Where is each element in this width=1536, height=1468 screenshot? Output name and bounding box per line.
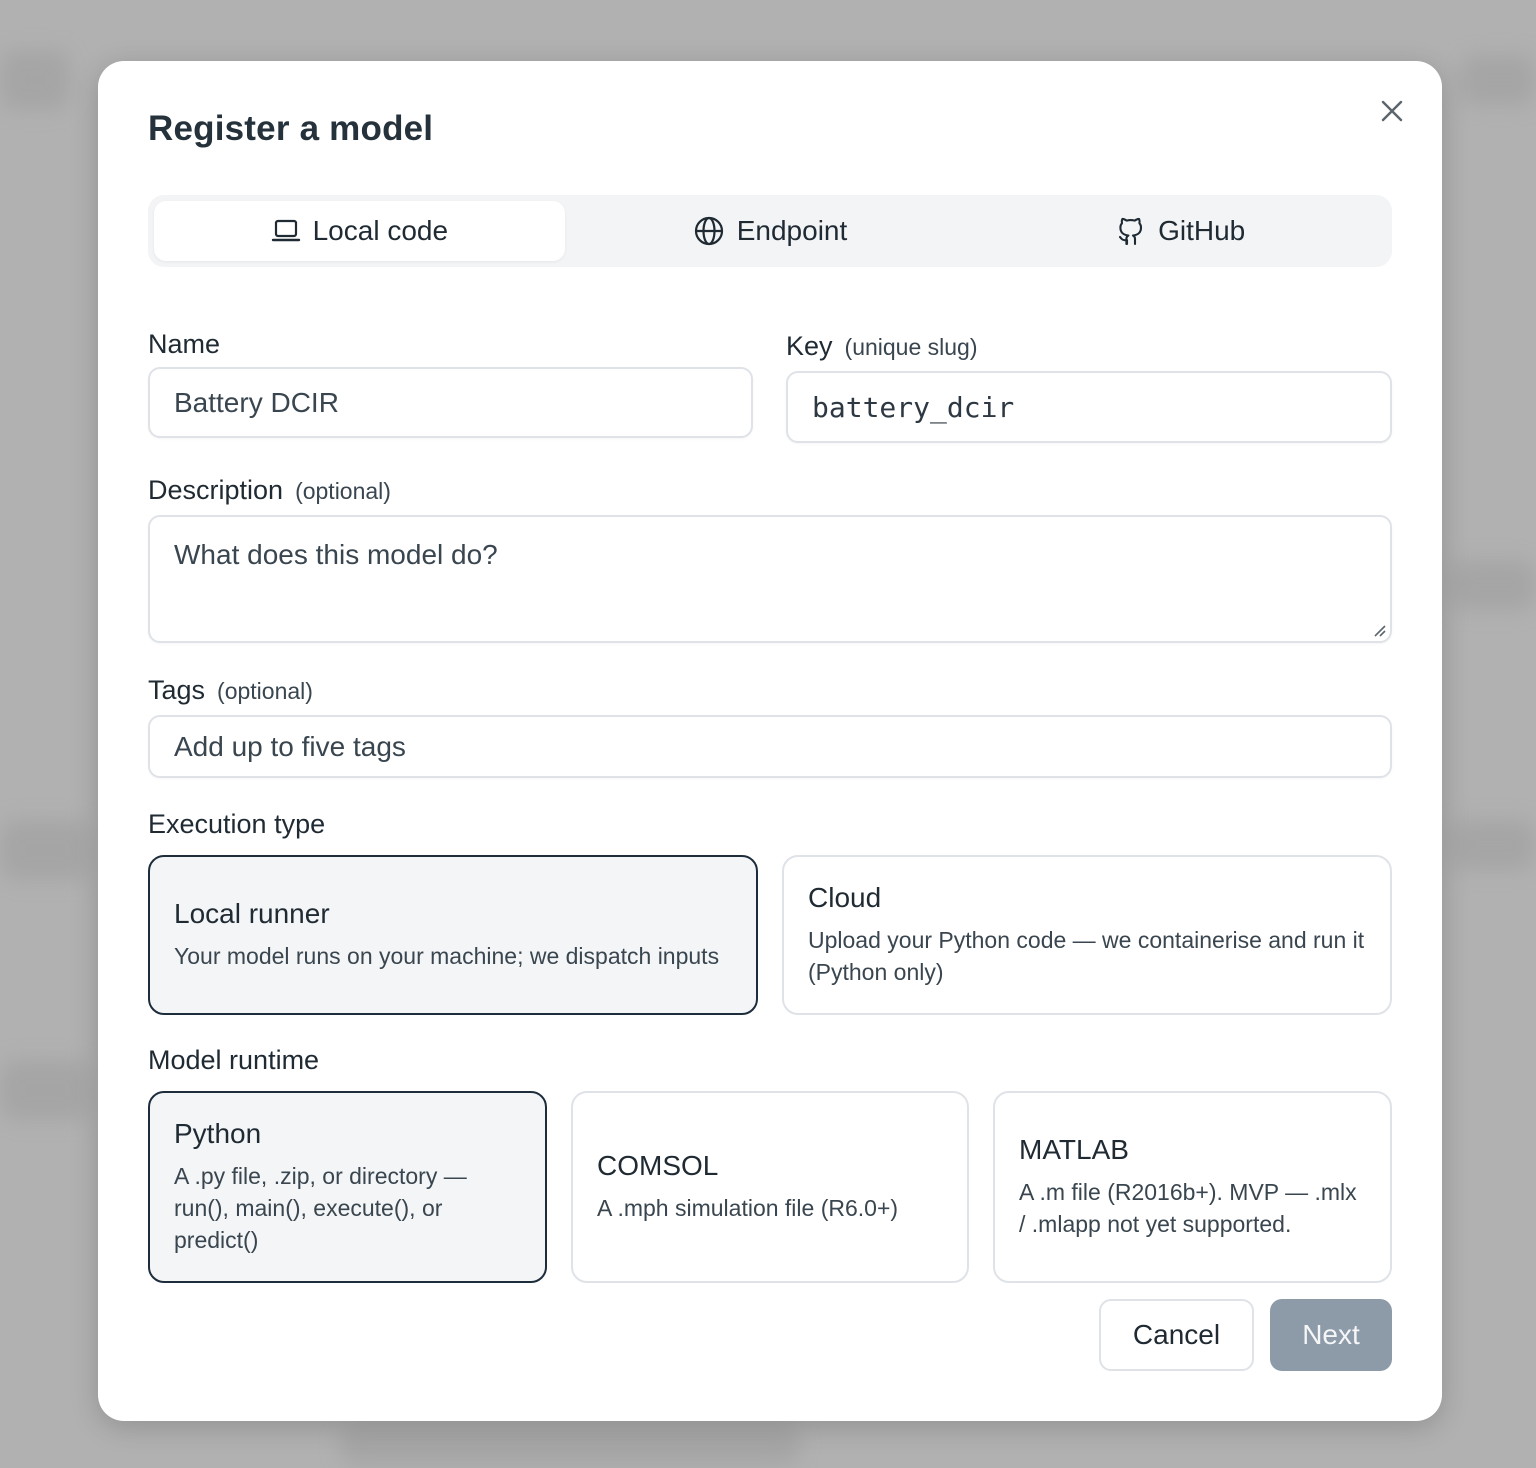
dialog-title: Register a model <box>148 109 434 148</box>
tags-label-text: Tags <box>148 675 206 705</box>
key-input[interactable]: battery_dcir <box>786 371 1392 443</box>
tags-placeholder: Add up to five tags <box>174 730 406 762</box>
background-blur <box>0 820 90 880</box>
background-blur <box>0 50 70 110</box>
github-icon <box>1119 217 1143 246</box>
key-label: Key (unique slug) <box>786 331 978 362</box>
name-label: Name <box>148 329 220 360</box>
description-label: Description (optional) <box>148 475 391 506</box>
option-description: Your model runs on your machine; we disp… <box>174 943 720 969</box>
background-blur <box>1460 55 1536 105</box>
description-placeholder: What does this model do? <box>174 539 498 570</box>
model-runtime-label-text: Model runtime <box>148 1045 320 1075</box>
execution-type-label-text: Execution type <box>148 809 326 839</box>
close-button[interactable] <box>1374 93 1410 129</box>
option-description: Upload your Python code — we containeris… <box>808 927 1365 985</box>
name-input-value: Battery DCIR <box>174 386 339 418</box>
source-tabs: Local code Endpoint GitHub <box>148 195 1392 267</box>
option-title: MATLAB <box>1019 1134 1129 1165</box>
laptop-icon <box>271 219 300 242</box>
background-blur <box>340 1425 800 1465</box>
runtime-option-python[interactable]: Python A .py file, .zip, or directory — … <box>148 1091 547 1283</box>
background-blur <box>0 1060 90 1120</box>
tags-label: Tags (optional) <box>148 675 313 706</box>
tab-github[interactable]: GitHub <box>975 201 1386 261</box>
option-description: A .m file (R2016b+). MVP — .mlx / .mlapp… <box>1019 1179 1357 1237</box>
option-description: A .py file, .zip, or directory — run(), … <box>174 1163 467 1253</box>
option-title: COMSOL <box>597 1150 719 1181</box>
background-blur <box>1450 820 1536 870</box>
option-title: Local runner <box>174 898 330 929</box>
tab-local-code[interactable]: Local code <box>154 201 565 261</box>
background-blur <box>1450 560 1536 610</box>
key-input-value: battery_dcir <box>812 390 1015 424</box>
key-label-text: Key <box>786 331 833 361</box>
description-textarea[interactable]: What does this model do? <box>148 515 1392 643</box>
runtime-option-matlab[interactable]: MATLAB A .m file (R2016b+). MVP — .mlx /… <box>993 1091 1392 1283</box>
tags-input[interactable]: Add up to five tags <box>148 715 1392 778</box>
execution-option-local-runner[interactable]: Local runner Your model runs on your mac… <box>148 855 758 1015</box>
register-model-dialog: Register a model Local code Endpoint Git… <box>98 61 1442 1421</box>
tab-endpoint[interactable]: Endpoint <box>565 201 976 261</box>
description-hint: (optional) <box>295 478 391 504</box>
name-input[interactable]: Battery DCIR <box>148 367 753 438</box>
option-title: Python <box>174 1118 262 1149</box>
execution-type-label: Execution type <box>148 809 325 840</box>
tab-label: Endpoint <box>736 215 848 246</box>
tags-hint: (optional) <box>217 678 313 704</box>
tab-label: Local code <box>312 215 449 246</box>
description-label-text: Description <box>148 475 284 505</box>
option-title: Cloud <box>808 882 882 913</box>
runtime-option-comsol[interactable]: COMSOL A .mph simulation file (R6.0+) <box>571 1091 969 1283</box>
name-label-text: Name <box>148 329 221 359</box>
option-description: A .mph simulation file (R6.0+) <box>597 1195 899 1221</box>
execution-option-cloud[interactable]: Cloud Upload your Python code — we conta… <box>782 855 1392 1015</box>
globe-icon <box>694 216 723 246</box>
next-button[interactable]: Next <box>1270 1299 1392 1371</box>
resize-handle-icon[interactable] <box>1370 621 1386 637</box>
key-hint: (unique slug) <box>844 334 978 360</box>
tab-label: GitHub <box>1158 215 1246 246</box>
cancel-button[interactable]: Cancel <box>1099 1299 1254 1371</box>
model-runtime-label: Model runtime <box>148 1045 319 1076</box>
close-icon <box>1381 100 1403 122</box>
